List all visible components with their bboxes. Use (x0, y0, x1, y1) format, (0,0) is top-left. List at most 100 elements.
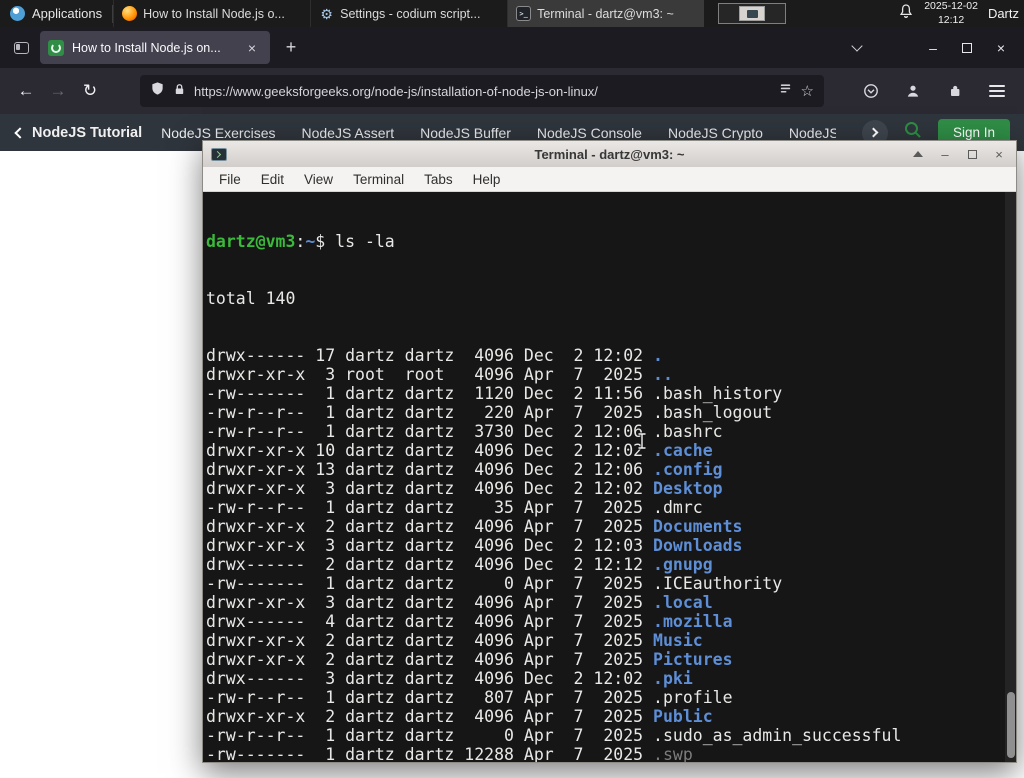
terminal-scrollbar[interactable] (1005, 192, 1016, 762)
window-close-button[interactable]: × (984, 33, 1018, 63)
bookmark-star-icon[interactable]: ☆ (801, 82, 814, 100)
terminal-menubar: File Edit View Terminal Tabs Help (203, 167, 1016, 192)
forward-button[interactable]: → (42, 75, 74, 107)
notification-bell-icon[interactable] (898, 3, 914, 24)
prompt-symbol: $ (315, 232, 326, 251)
terminal-output-line: drwxr-xr-x 2 dartz dartz 4096 Apr 7 2025… (206, 631, 703, 650)
new-tab-button[interactable]: + (276, 33, 306, 63)
window-controls: – × (916, 33, 1018, 63)
prompt-user-host: dartz@vm3 (206, 232, 296, 251)
site-nav-items: NodeJS Exercises NodeJS Assert NodeJS Buff… (148, 125, 836, 141)
back-button[interactable]: ← (10, 75, 42, 107)
window-maximize-button[interactable] (950, 33, 984, 63)
taskbar-items: How to Install Node.js o... ⚙ Settings - c… (113, 0, 705, 27)
terminal-maximize-button[interactable] (963, 145, 981, 163)
terminal-output-line: -rw-r--r-- 1 dartz dartz 3730 Dec 2 12:0… (206, 422, 723, 441)
menu-edit[interactable]: Edit (251, 172, 294, 187)
site-nav-item[interactable]: NodeJS Crypto (668, 125, 763, 141)
tab-close-button[interactable]: × (242, 38, 262, 58)
toolbar-icon-group (854, 75, 1014, 107)
chevron-right-icon (869, 127, 879, 138)
terminal-output-line: drwxr-xr-x 2 dartz dartz 4096 Apr 7 2025… (206, 707, 713, 726)
settings-icon: ⚙ (320, 5, 333, 22)
workspace-window-thumbnail (739, 6, 766, 21)
menu-file[interactable]: File (209, 172, 251, 187)
terminal-prompt-line: dartz@vm3:~$ ls -la (206, 232, 1016, 251)
window-minimize-button[interactable]: – (916, 33, 950, 63)
site-nav-item[interactable]: NodeJS Exercises (161, 125, 275, 141)
mouse-cursor-ibeam (637, 432, 647, 450)
applications-menu-icon (10, 6, 25, 21)
applications-menu-button[interactable]: Applications (0, 0, 112, 27)
clock[interactable]: 2025-12-02 12:12 (924, 0, 978, 26)
taskbar-item[interactable]: How to Install Node.js o... (113, 0, 310, 27)
terminal-titlebar[interactable]: Terminal - dartz@vm3: ~ – × (203, 141, 1016, 167)
maximize-icon (962, 42, 972, 53)
reload-button[interactable]: ↻ (74, 75, 106, 107)
chevron-left-icon (14, 126, 26, 139)
terminal-window: Terminal - dartz@vm3: ~ – × File Edit View… (202, 140, 1017, 763)
taskbar-item-label: Terminal - dartz@vm3: ~ (537, 6, 674, 21)
url-bar[interactable]: https://www.geeksforgeeks.org/node-js/in… (140, 75, 824, 107)
site-nav-item[interactable]: NodeJS Assert (302, 125, 395, 141)
clock-time: 12:12 (937, 13, 965, 26)
terminal-icon: >_ (516, 6, 532, 21)
terminal-output-line: -rw------- 1 dartz dartz 0 Apr 7 2025 .I… (206, 574, 783, 593)
menu-button[interactable] (980, 75, 1014, 107)
reader-view-icon[interactable] (778, 81, 793, 101)
terminal-output-line: drwxr-xr-x 3 dartz dartz 4096 Dec 2 12:0… (206, 479, 723, 498)
terminal-body[interactable]: dartz@vm3:~$ ls -la total 140 drwx------ … (203, 192, 1016, 762)
browser-tab[interactable]: How to Install Node.js on... × (40, 31, 270, 64)
terminal-output-line: -rw-r--r-- 1 dartz dartz 35 Apr 7 2025 .… (206, 498, 703, 517)
pocket-icon[interactable] (854, 75, 888, 107)
terminal-output-line: drwxr-xr-x 13 dartz dartz 4096 Dec 2 12:… (206, 460, 723, 479)
site-nav-back-label: NodeJS Tutorial (32, 124, 143, 141)
site-nav-back[interactable]: NodeJS Tutorial (14, 124, 143, 141)
taskbar-item[interactable]: >_ Terminal - dartz@vm3: ~ (507, 0, 705, 27)
typed-command: ls -la (335, 232, 395, 251)
scrollbar-thumb[interactable] (1006, 692, 1015, 758)
terminal-output-line: -rw-r--r-- 1 dartz dartz 807 Apr 7 2025 … (206, 688, 733, 707)
menu-tabs[interactable]: Tabs (414, 172, 463, 187)
taskbar-item[interactable]: ⚙ Settings - codium script... (310, 0, 507, 27)
terminal-output-line: drwx------ 4 dartz dartz 4096 Apr 7 2025… (206, 612, 733, 631)
tab-title: How to Install Node.js on... (72, 40, 221, 55)
menu-terminal[interactable]: Terminal (343, 172, 414, 187)
maximize-icon (967, 149, 977, 159)
firefox-view-icon (13, 41, 29, 54)
terminal-output-line: -rw------- 1 dartz dartz 1120 Dec 2 11:5… (206, 384, 783, 403)
terminal-output-line: drwxr-xr-x 3 root root 4096 Apr 7 2025 .… (206, 365, 673, 384)
extensions-icon[interactable] (938, 75, 972, 107)
tab-strip: How to Install Node.js on... × + – × (0, 27, 1024, 68)
panel-user-label: Dartz (987, 6, 1019, 21)
url-text[interactable]: https://www.geeksforgeeks.org/node-js/in… (194, 84, 598, 99)
terminal-output-line: -rw-r--r-- 1 dartz dartz 0 Apr 7 2025 .s… (206, 726, 902, 745)
terminal-output: dartz@vm3:~$ ls -la total 140 drwx------ … (206, 194, 1016, 762)
desktop-panel: Applications How to Install Node.js o...… (0, 0, 1024, 27)
firefox-icon (122, 6, 138, 21)
terminal-output-line: -rw------- 1 dartz dartz 12288 Apr 7 202… (206, 745, 693, 762)
terminal-minimize-button[interactable]: – (936, 145, 954, 163)
workspace-switcher[interactable] (718, 3, 787, 24)
tracking-shield-icon[interactable] (150, 81, 165, 101)
prompt-path: ~ (305, 232, 316, 251)
list-all-tabs-button[interactable] (842, 33, 872, 63)
site-nav-item[interactable]: NodeJS Console (537, 125, 642, 141)
site-nav-item[interactable]: NodeJS DNS (789, 125, 836, 141)
hamburger-icon (989, 84, 1005, 98)
terminal-output-line: drwxr-xr-x 3 dartz dartz 4096 Apr 7 2025… (206, 593, 713, 612)
terminal-output-line: -rw-r--r-- 1 dartz dartz 220 Apr 7 2025 … (206, 403, 773, 422)
lock-icon[interactable] (173, 82, 186, 101)
account-icon[interactable] (896, 75, 930, 107)
terminal-window-controls: – × (909, 145, 1008, 163)
menu-help[interactable]: Help (463, 172, 511, 187)
menu-view[interactable]: View (294, 172, 343, 187)
applications-menu-label: Applications (32, 6, 103, 21)
terminal-close-button[interactable]: × (990, 145, 1008, 163)
terminal-shade-button[interactable] (909, 145, 927, 163)
site-nav-item[interactable]: NodeJS Buffer (420, 125, 511, 141)
taskbar-item-label: Settings - codium script... (340, 6, 481, 21)
firefox-view-button[interactable] (6, 33, 36, 63)
clock-date: 2025-12-02 (924, 0, 978, 13)
terminal-total-line: total 140 (206, 289, 296, 308)
